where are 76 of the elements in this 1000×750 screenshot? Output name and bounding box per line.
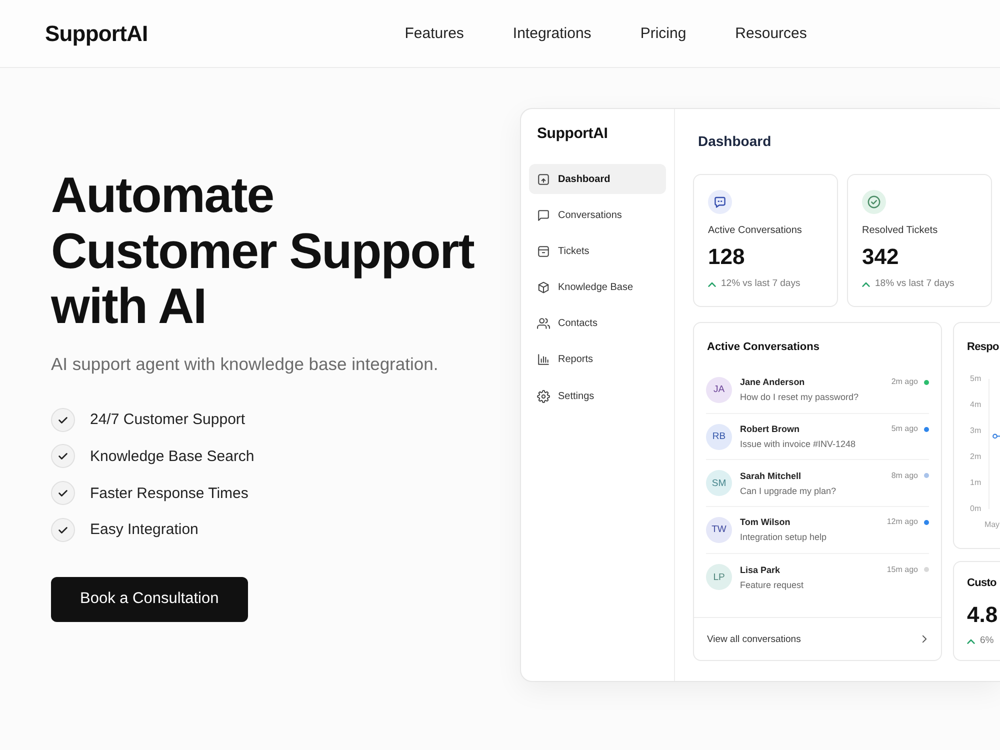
message-preview: Issue with invoice #INV-1248: [740, 438, 856, 450]
nav-link[interactable]: Integrations: [512, 25, 592, 42]
feature-text: Knowledge Base Search: [90, 448, 254, 465]
caret-up-icon: [708, 282, 716, 286]
axis-label: 0m: [970, 504, 982, 514]
sidebar-item[interactable]: Conversations: [529, 200, 666, 230]
feature-text: Faster Response Times: [90, 484, 248, 502]
message-preview: Can I upgrade my plan?: [740, 484, 836, 497]
avatar-initials: SM: [706, 470, 732, 496]
sidebar-item[interactable]: Dashboard: [529, 164, 666, 194]
trend-text: 6%: [980, 635, 994, 647]
check-icon: [51, 518, 75, 542]
check-icon: [51, 481, 75, 506]
stat-value: 128: [708, 244, 746, 270]
axis-label: 1m: [970, 478, 982, 488]
chevron-right-icon: [922, 635, 927, 643]
metric-value: 4.8: [967, 602, 999, 628]
bar-chart-icon: [537, 353, 550, 366]
dashboard-logo: SupportAI: [536, 125, 609, 143]
message-preview: Integration setup help: [740, 531, 827, 544]
axis-label: 3m: [970, 426, 982, 436]
contact-name: Robert Brown: [740, 423, 800, 436]
square-arrow-icon: [537, 172, 550, 186]
avatar-initials: LP: [706, 564, 732, 590]
card-title: Respo: [967, 340, 1000, 354]
stat-label: Resolved Tickets: [862, 224, 939, 238]
users-icon: [537, 317, 550, 330]
caret-up-icon: [862, 282, 870, 286]
view-all-conversations-link[interactable]: View all conversations: [707, 634, 927, 644]
hero-heading: Automate Customer Support with AI: [51, 168, 476, 335]
stat-value: 342: [862, 244, 900, 270]
axis-label: May: [984, 520, 1000, 530]
timestamp: 5m ago: [891, 423, 918, 436]
brand-name: SupportAI: [45, 20, 148, 46]
avatar-initials: RB: [706, 424, 732, 450]
sidebar-item[interactable]: Knowledge Base: [529, 272, 666, 303]
feature-text: 24/7 Customer Support: [90, 411, 246, 428]
contact-name: Sarah Mitchell: [740, 470, 802, 482]
sidebar-item[interactable]: Reports: [529, 344, 666, 375]
sidebar-item[interactable]: Settings: [529, 381, 666, 412]
chat-bubble-icon: [537, 208, 550, 222]
hero-subtitle: AI support agent with knowledge base integration.: [51, 352, 440, 376]
sidebar-item[interactable]: Tickets: [529, 236, 666, 266]
stat-label: Active Conversations: [708, 224, 803, 238]
timestamp: 12m ago: [886, 516, 918, 528]
avatar-initials: JA: [706, 376, 732, 403]
book-consultation-button[interactable]: Book a Consultation: [51, 576, 248, 622]
settings-icon: [537, 390, 550, 403]
axis-label: 2m: [970, 452, 982, 462]
contact-name: Jane Anderson: [740, 376, 805, 388]
nav-link[interactable]: Pricing: [640, 25, 686, 42]
contact-name: Lisa Park: [740, 564, 780, 576]
dashboard-title: Dashboard: [698, 132, 772, 151]
feature-text: Easy Integration: [90, 521, 198, 538]
card-title: Custo: [967, 576, 998, 590]
archive-box-icon: [537, 244, 550, 258]
nav-link[interactable]: Resources: [735, 25, 807, 42]
card-title: Active Conversations: [706, 340, 820, 354]
data-point: [992, 434, 998, 439]
trend-text: 18% vs last 7 days: [875, 278, 954, 290]
message-preview: How do I reset my password?: [740, 391, 859, 404]
axis-label: 5m: [970, 374, 982, 384]
contact-name: Tom Wilson: [740, 516, 790, 528]
sidebar-item[interactable]: Contacts: [529, 308, 666, 339]
timestamp: 2m ago: [891, 376, 918, 388]
message-preview: Feature request: [740, 578, 804, 591]
timestamp: 15m ago: [886, 564, 918, 576]
axis-label: 4m: [970, 400, 982, 410]
check-icon: [51, 408, 75, 432]
check-icon: [51, 444, 75, 468]
caret-up-icon: [967, 638, 975, 644]
nav-link[interactable]: Features: [404, 25, 464, 42]
cube-icon: [537, 281, 550, 294]
timestamp: 8m ago: [891, 470, 918, 482]
trend-text: 12% vs last 7 days: [721, 278, 800, 290]
avatar-initials: TW: [706, 516, 732, 543]
